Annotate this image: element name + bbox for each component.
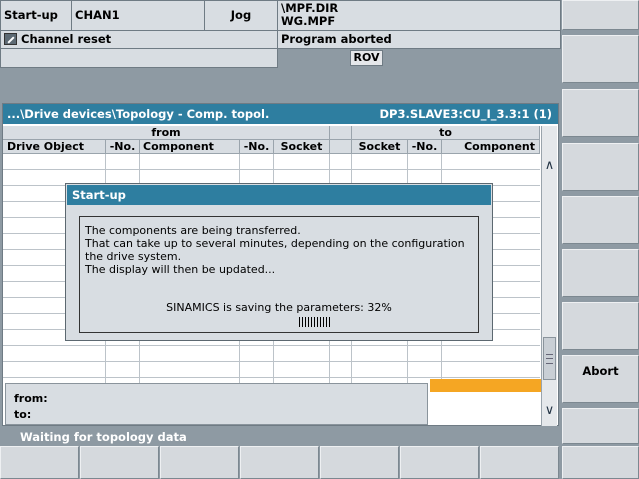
progress-tick — [317, 317, 318, 327]
vertical-scrollbar[interactable]: ∧ ∨ — [541, 126, 557, 426]
col-from-socket: Socket — [274, 140, 330, 154]
softkey-right-5[interactable] — [562, 249, 639, 297]
group-header-to: to — [352, 126, 540, 140]
col-spacer — [330, 140, 352, 154]
reset-icon — [4, 33, 17, 45]
softkey-bottom-4[interactable] — [240, 446, 319, 479]
progress-bar — [299, 317, 331, 327]
softkey-bottom-6[interactable] — [400, 446, 479, 479]
abort-button[interactable]: Abort — [562, 355, 639, 403]
softkey-bottom-5[interactable] — [320, 446, 399, 479]
dialog-line-3: the drive system. — [85, 250, 182, 263]
group-header-spacer — [330, 126, 352, 140]
col-to-no: -No. — [408, 140, 442, 154]
window-title: ...\Drive devices\Topology - Comp. topol… — [7, 107, 270, 121]
progress-tick — [311, 317, 312, 327]
softkey-bottom-8[interactable] — [562, 446, 639, 479]
progress-tick — [329, 317, 330, 327]
grid-row-line — [3, 361, 540, 362]
grid-row-line — [3, 377, 540, 378]
col-to-socket: Socket — [352, 140, 408, 154]
col-from-no-2: -No. — [240, 140, 274, 154]
progress-tick — [299, 317, 300, 327]
col-from-component: Component — [140, 140, 240, 154]
softkey-right-2[interactable] — [562, 89, 639, 137]
dialog-message-box: The components are being transferred. Th… — [79, 216, 479, 333]
softkey-right-0[interactable] — [562, 0, 639, 30]
to-label: to: — [14, 408, 32, 421]
progress-tick — [326, 317, 327, 327]
dialog-message: The components are being transferred. Th… — [85, 224, 465, 276]
channel-status: Channel reset — [21, 32, 112, 46]
window-titlebar: ...\Drive devices\Topology - Comp. topol… — [3, 104, 558, 124]
abort-label: Abort — [582, 364, 619, 378]
channel-status-cell: Channel reset — [0, 30, 278, 49]
program-name: WG.MPF — [281, 14, 336, 28]
program-status: Program aborted — [277, 30, 561, 49]
status-message: Waiting for topology data — [2, 429, 559, 445]
progress-tick — [305, 317, 306, 327]
scroll-up-icon[interactable]: ∧ — [542, 158, 557, 173]
col-from-no: -No. — [106, 140, 140, 154]
softkey-right-4[interactable] — [562, 196, 639, 244]
col-drive-object: Drive Object — [3, 140, 106, 154]
device-id: DP3.SLAVE3:CU_I_3.3:1 (1) — [379, 107, 552, 121]
progress-tick — [302, 317, 303, 327]
softkey-bottom-1[interactable] — [0, 446, 79, 479]
dialog-title: Start-up — [67, 185, 491, 205]
progress-tick — [320, 317, 321, 327]
progress-tick — [323, 317, 324, 327]
header-bar: Start-up CHAN1 Jog \MPF.DIR WG.MPF Chann… — [0, 0, 561, 76]
softkey-bottom-3[interactable] — [160, 446, 239, 479]
from-label: from: — [14, 392, 48, 405]
softkey-right-1[interactable] — [562, 35, 639, 83]
softkey-bottom-2[interactable] — [80, 446, 159, 479]
scroll-down-icon[interactable]: ∨ — [542, 403, 557, 418]
startup-dialog: Start-up The components are being transf… — [65, 183, 493, 341]
dialog-line-4: The display will then be updated... — [85, 263, 276, 276]
selected-row-highlight — [430, 379, 541, 392]
operating-mode-label: Jog — [204, 0, 278, 31]
dialog-line-2: That can take up to several minutes, dep… — [85, 237, 465, 250]
progress-text: SINAMICS is saving the parameters: 32% — [166, 301, 392, 314]
rov-indicator: ROV — [350, 50, 383, 66]
alarm-line — [0, 48, 278, 68]
grid-row-line — [3, 345, 540, 346]
grid-row-line — [3, 169, 540, 170]
softkey-right-6[interactable] — [562, 302, 639, 350]
group-header-from: from — [3, 126, 330, 140]
progress-tick — [308, 317, 309, 327]
softkey-bottom-7[interactable] — [480, 446, 559, 479]
channel-label: CHAN1 — [71, 0, 205, 31]
softkey-right-8[interactable] — [562, 408, 639, 444]
program-path-cell: \MPF.DIR WG.MPF — [277, 0, 561, 31]
col-to-component: Component — [442, 140, 540, 154]
from-to-panel: from: to: — [5, 383, 428, 425]
mode-label: Start-up — [0, 0, 72, 31]
dialog-line-1: The components are being transferred. — [85, 224, 301, 237]
softkey-right-3[interactable] — [562, 143, 639, 191]
progress-tick — [314, 317, 315, 327]
scroll-thumb[interactable] — [543, 337, 556, 380]
